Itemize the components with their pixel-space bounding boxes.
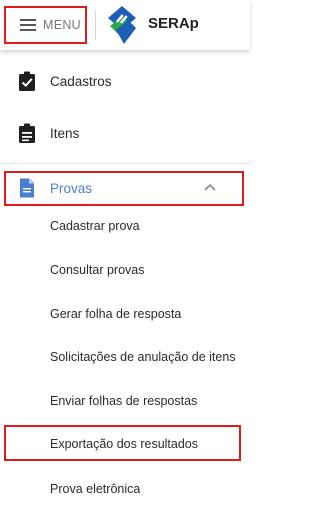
- nav-item-itens[interactable]: Itens: [0, 116, 250, 150]
- submenu-item-gerar-folha[interactable]: Gerar folha de resposta: [50, 307, 181, 321]
- nav-item-label: Provas: [50, 180, 93, 196]
- serap-logo: [108, 6, 136, 44]
- top-bar: MENU SERAp: [0, 0, 250, 50]
- submenu-item-prova-eletronica[interactable]: Prova eletrônica: [50, 482, 140, 496]
- submenu-item-cadastrar-prova[interactable]: Cadastrar prova: [50, 219, 140, 233]
- brand-name: SERAp: [148, 15, 199, 32]
- menu-label: MENU: [43, 18, 82, 32]
- header-divider: [95, 10, 96, 40]
- submenu-item-consultar-provas[interactable]: Consultar provas: [50, 263, 145, 277]
- submenu-item-enviar-folhas[interactable]: Enviar folhas de respostas: [50, 394, 197, 408]
- clipboard-list-icon: [19, 123, 35, 143]
- nav-item-label: Itens: [50, 125, 80, 141]
- submenu-item-exportacao-resultados[interactable]: Exportação dos resultados: [50, 437, 198, 451]
- document-icon: [20, 178, 34, 198]
- nav-item-label: Cadastros: [50, 73, 112, 89]
- submenu-item-solicitacoes-anulacao[interactable]: Solicitações de anulação de itens: [50, 350, 236, 364]
- nav-item-cadastros[interactable]: Cadastros: [0, 64, 250, 98]
- chevron-up-icon[interactable]: [203, 182, 217, 192]
- section-divider: [0, 163, 250, 164]
- clipboard-check-icon: [19, 71, 35, 91]
- menu-button[interactable]: MENU: [4, 6, 87, 44]
- hamburger-icon: [20, 19, 36, 31]
